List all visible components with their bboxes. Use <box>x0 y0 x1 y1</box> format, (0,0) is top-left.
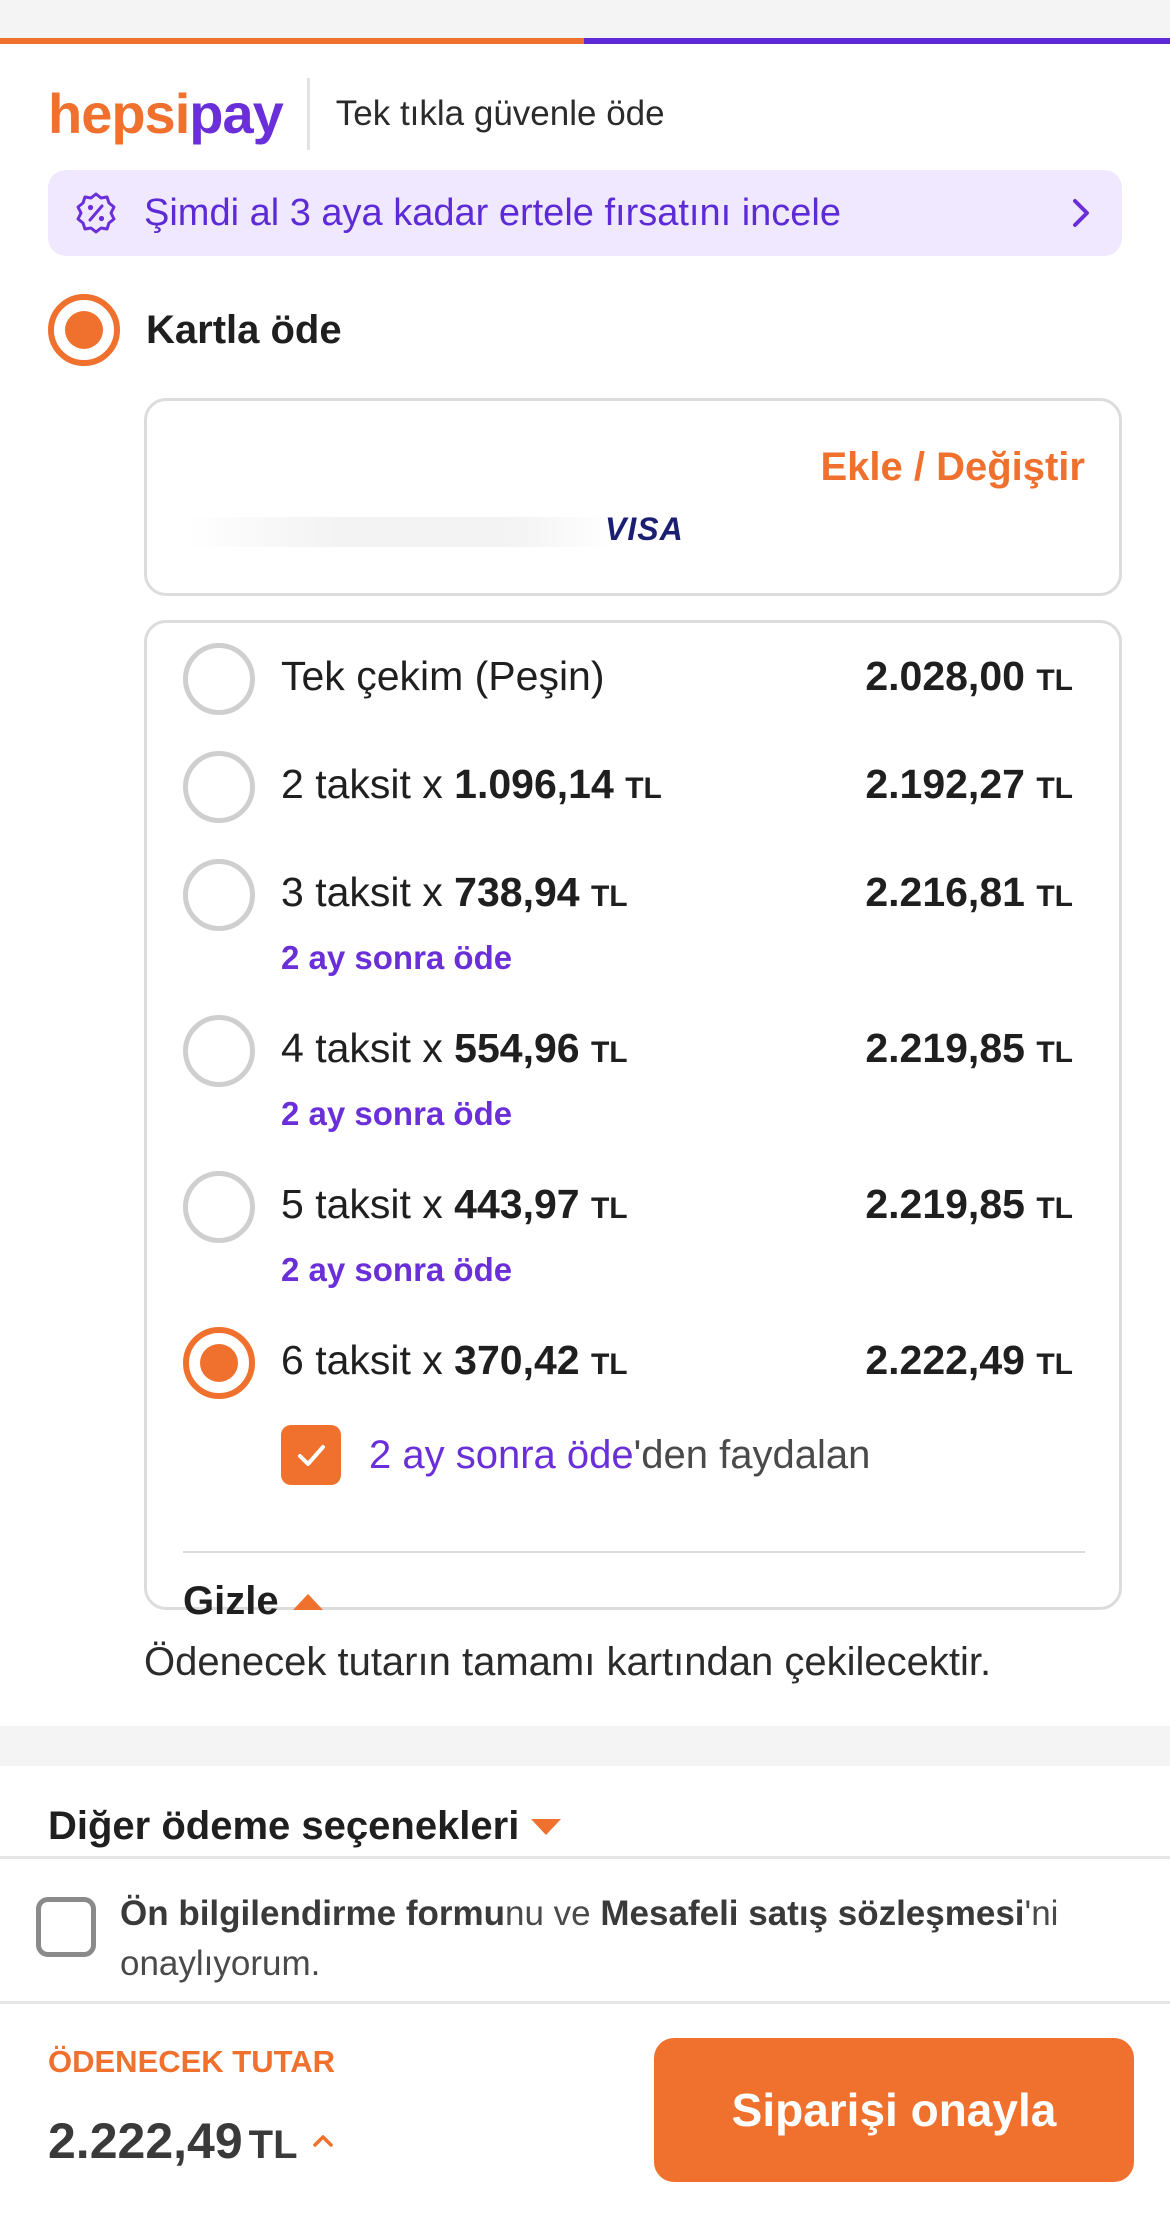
other-payment-options: Diğer ödeme seçenekleri <box>0 1766 1170 1856</box>
installment-total: 2.216,81 TL <box>865 869 1073 915</box>
installment-options: Tek çekim (Peşin) 2.028,00 TL 2 taksit x… <box>144 620 1122 1623</box>
installment-label: Tek çekim (Peşin) <box>281 653 605 699</box>
caret-down-icon <box>531 1818 562 1835</box>
defer-label: 2 ay sonra öde'den faydalan <box>369 1432 871 1477</box>
installment-option-1[interactable]: Tek çekim (Peşin) 2.028,00 TL <box>183 643 1073 715</box>
checkout-footer: ÖDENECEK TUTAR 2.222,49 TL Siparişi onay… <box>0 2004 1170 2221</box>
installment-option-3[interactable]: 3 taksit x 738,94 TL 2.216,81 TL 2 ay so… <box>183 859 1073 989</box>
top-status-area <box>0 0 1170 38</box>
installment-label: 4 taksit x 554,96 TL <box>281 1025 628 1071</box>
due-label: ÖDENECEK TUTAR <box>48 2044 336 2079</box>
installment-total: 2.192,27 TL <box>865 761 1073 807</box>
defer-hint: 2 ay sonra öde <box>281 1251 513 1288</box>
checkmark-icon <box>298 1445 325 1466</box>
defer-hint: 2 ay sonra öde <box>281 1095 513 1132</box>
saved-card-box: Ekle / Değiştir VISA <box>144 398 1122 596</box>
defer-hint: 2 ay sonra öde <box>281 939 513 976</box>
installment-total: 2.222,49 TL <box>865 1337 1073 1383</box>
defer-payment-option[interactable]: 2 ay sonra öde'den faydalan <box>281 1425 870 1485</box>
installment-label: 6 taksit x 370,42 TL <box>281 1337 628 1383</box>
installment-radio-selected[interactable] <box>183 1327 255 1399</box>
other-payment-options-toggle[interactable]: Diğer ödeme seçenekleri <box>48 1804 562 1849</box>
due-amount-value: 2.222,49 <box>48 2113 243 2169</box>
pay-with-card-option[interactable]: Kartla öde <box>48 294 342 366</box>
hepsipay-logo: hepsipay <box>48 82 284 145</box>
consent-checkbox[interactable] <box>36 1897 96 1957</box>
brand-tagline: Tek tıkla güvenle öde <box>335 94 665 133</box>
agreement-consent: Ön bilgilendirme formunu ve Mesafeli sat… <box>0 1856 1170 2004</box>
installment-radio[interactable] <box>183 1015 255 1087</box>
confirm-order-button[interactable]: Siparişi onayla <box>654 2038 1134 2182</box>
installment-total: 2.028,00 TL <box>865 653 1073 699</box>
due-amount[interactable]: 2.222,49 TL <box>48 2112 334 2170</box>
installment-option-6[interactable]: 6 taksit x 370,42 TL 2.222,49 TL <box>183 1327 1073 1399</box>
badge-percent-icon <box>76 192 116 234</box>
installment-total: 2.219,85 TL <box>865 1025 1073 1071</box>
charge-note: Ödenecek tutarın tamamı kartından çekile… <box>144 1640 992 1684</box>
brand-divider <box>306 78 310 150</box>
installment-label: 2 taksit x 1.096,14 TL <box>281 761 662 807</box>
installment-label: 5 taksit x 443,97 TL <box>281 1181 628 1227</box>
installment-option-4[interactable]: 4 taksit x 554,96 TL 2.219,85 TL 2 ay so… <box>183 1015 1073 1145</box>
installment-label: 3 taksit x 738,94 TL <box>281 869 628 915</box>
installment-total: 2.219,85 TL <box>865 1181 1073 1227</box>
chevron-up-icon <box>312 2135 333 2147</box>
masked-card-number <box>185 517 615 547</box>
promo-text: Şimdi al 3 aya kadar ertele fırsatını in… <box>144 191 842 234</box>
add-change-card-link[interactable]: Ekle / Değiştir <box>820 445 1085 490</box>
hide-label: Gizle <box>183 1579 279 1623</box>
brand-header: hepsipay Tek tıkla güvenle öde <box>48 74 665 154</box>
pay-with-card-label: Kartla öde <box>146 307 342 352</box>
defer-checkbox[interactable] <box>281 1425 341 1485</box>
hide-installments-toggle[interactable]: Gizle <box>183 1579 323 1624</box>
installment-option-5[interactable]: 5 taksit x 443,97 TL 2.219,85 TL 2 ay so… <box>183 1171 1073 1301</box>
installment-radio[interactable] <box>183 1171 255 1243</box>
installment-option-2[interactable]: 2 taksit x 1.096,14 TL 2.192,27 TL <box>183 751 1073 823</box>
visa-logo: VISA <box>605 511 684 547</box>
chevron-right-icon <box>1073 199 1089 227</box>
due-currency: TL <box>248 2123 298 2167</box>
installment-radio[interactable] <box>183 751 255 823</box>
divider <box>183 1551 1085 1553</box>
pay-with-card-radio[interactable] <box>48 294 120 366</box>
preinfo-form-link[interactable]: Ön bilgilendirme formu <box>120 1894 505 1933</box>
consent-text: Ön bilgilendirme formunu ve Mesafeli sat… <box>120 1894 1059 1983</box>
other-options-label: Diğer ödeme seçenekleri <box>48 1804 520 1848</box>
hepsipay-panel: hepsipay Tek tıkla güvenle öde Şimdi al … <box>0 44 1170 1726</box>
installment-radio[interactable] <box>183 859 255 931</box>
defer-promo-banner[interactable]: Şimdi al 3 aya kadar ertele fırsatını in… <box>48 170 1122 256</box>
installment-radio[interactable] <box>183 643 255 715</box>
distance-sales-contract-link[interactable]: Mesafeli satış sözleşmesi <box>600 1894 1024 1933</box>
caret-up-icon <box>292 1593 323 1610</box>
